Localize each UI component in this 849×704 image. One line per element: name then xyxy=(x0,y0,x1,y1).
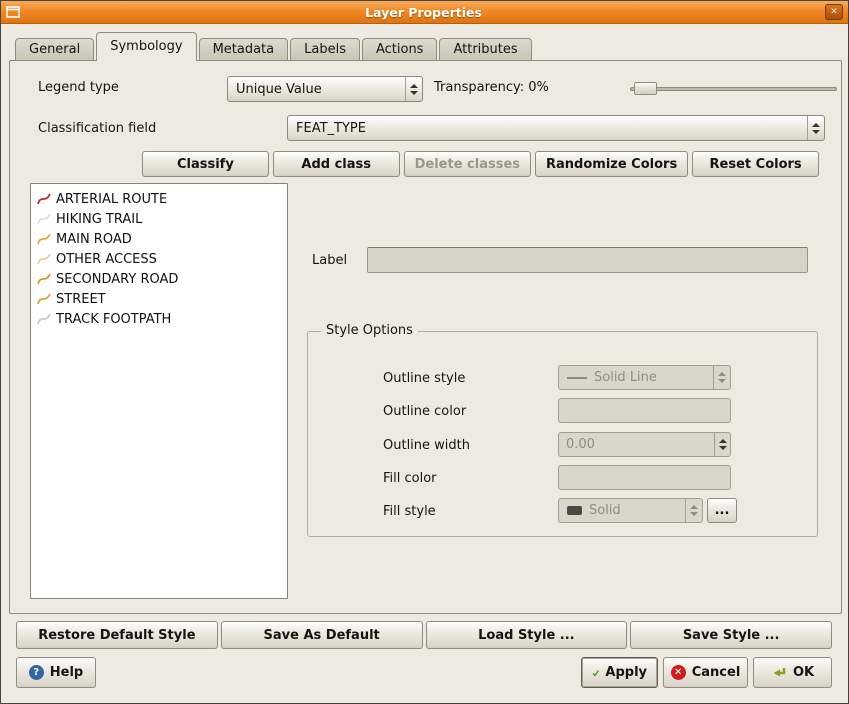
tab-labels[interactable]: Labels xyxy=(290,38,360,61)
cancel-button[interactable]: ✕ Cancel xyxy=(663,657,748,688)
restore-default-style-button[interactable]: Restore Default Style xyxy=(16,621,218,649)
slider-trough xyxy=(630,87,837,91)
help-label: Help xyxy=(50,665,83,680)
close-button[interactable]: ✕ xyxy=(825,4,843,20)
class-item-label: SECONDARY ROAD xyxy=(56,272,178,287)
line-symbol-icon xyxy=(36,271,52,287)
spinner-icon[interactable] xyxy=(714,433,730,456)
outline-color-label: Outline color xyxy=(383,404,466,419)
line-swatch-icon xyxy=(567,377,587,379)
slider-handle[interactable] xyxy=(634,82,657,95)
line-symbol-icon xyxy=(36,191,52,207)
dropdown-arrows-icon xyxy=(713,366,730,389)
fill-color-button[interactable] xyxy=(558,465,731,490)
label-input[interactable] xyxy=(367,247,808,273)
save-style-button[interactable]: Save Style ... xyxy=(630,621,832,649)
fill-style-label: Fill style xyxy=(383,504,436,519)
fill-style-more-button[interactable]: ... xyxy=(707,498,737,523)
reset-colors-button[interactable]: Reset Colors xyxy=(692,151,819,177)
randomize-colors-button[interactable]: Randomize Colors xyxy=(535,151,688,177)
outline-width-input[interactable]: 0.00 xyxy=(558,432,731,457)
style-options-title: Style Options xyxy=(321,323,418,338)
ok-button[interactable]: OK xyxy=(753,657,832,688)
tab-symbology[interactable]: Symbology xyxy=(96,32,196,61)
window-title: Layer Properties xyxy=(22,5,825,20)
class-item-label: OTHER ACCESS xyxy=(56,252,157,267)
fill-style-value: Solid xyxy=(559,503,685,518)
legend-type-value: Unique Value xyxy=(228,82,405,97)
titlebar[interactable]: Layer Properties ✕ xyxy=(1,1,848,24)
classification-field-label: Classification field xyxy=(38,121,156,136)
class-item-label: TRACK FOOTPATH xyxy=(56,312,171,327)
cancel-icon: ✕ xyxy=(671,665,686,680)
layer-properties-dialog: Layer Properties ✕ General Symbology Met… xyxy=(0,0,849,704)
apply-label: Apply xyxy=(605,665,647,680)
dropdown-arrows-icon xyxy=(685,499,702,522)
tab-metadata[interactable]: Metadata xyxy=(199,38,289,61)
class-actions-row: Classify Add class Delete classes Random… xyxy=(142,151,819,177)
class-item-label: STREET xyxy=(56,292,106,307)
class-list-item[interactable]: MAIN ROAD xyxy=(33,229,285,249)
outline-width-value: 0.00 xyxy=(559,437,714,452)
class-list-item[interactable]: ARTERIAL ROUTE xyxy=(33,189,285,209)
fill-style-select[interactable]: Solid xyxy=(558,498,703,523)
class-list-item[interactable]: SECONDARY ROAD xyxy=(33,269,285,289)
classification-field-select[interactable]: FEAT_TYPE xyxy=(287,115,825,141)
help-icon: ? xyxy=(29,665,44,680)
tab-attributes[interactable]: Attributes xyxy=(439,38,531,61)
fill-swatch-icon xyxy=(567,506,582,515)
outline-style-select[interactable]: Solid Line xyxy=(558,365,731,390)
fill-color-label: Fill color xyxy=(383,471,437,486)
ok-label: OK xyxy=(793,665,814,680)
check-icon xyxy=(592,666,599,680)
load-style-button[interactable]: Load Style ... xyxy=(426,621,628,649)
line-symbol-icon xyxy=(36,231,52,247)
classify-button[interactable]: Classify xyxy=(142,151,269,177)
tab-actions[interactable]: Actions xyxy=(362,38,438,61)
add-class-button[interactable]: Add class xyxy=(273,151,400,177)
enter-arrow-icon xyxy=(771,666,787,680)
dropdown-arrows-icon xyxy=(405,77,422,101)
tab-general[interactable]: General xyxy=(15,38,94,61)
outline-style-label: Outline style xyxy=(383,371,465,386)
style-options-group: Style Options Outline style Solid Line O… xyxy=(307,331,818,537)
window-icon xyxy=(6,5,22,19)
save-as-default-button[interactable]: Save As Default xyxy=(221,621,423,649)
class-list-item[interactable]: TRACK FOOTPATH xyxy=(33,309,285,329)
style-buttons-row: Restore Default Style Save As Default Lo… xyxy=(16,621,832,649)
class-item-label: ARTERIAL ROUTE xyxy=(56,192,167,207)
outline-color-button[interactable] xyxy=(558,398,731,423)
line-symbol-icon xyxy=(36,311,52,327)
outline-width-label: Outline width xyxy=(383,438,470,453)
legend-type-label: Legend type xyxy=(38,80,119,95)
class-list-item[interactable]: HIKING TRAIL xyxy=(33,209,285,229)
footer-buttons: Apply ✕ Cancel OK xyxy=(581,657,832,688)
cancel-label: Cancel xyxy=(692,665,741,680)
legend-type-select[interactable]: Unique Value xyxy=(227,76,423,102)
transparency-label: Transparency: 0% xyxy=(434,80,549,95)
tab-bar: General Symbology Metadata Labels Action… xyxy=(15,32,534,61)
transparency-slider[interactable] xyxy=(630,81,837,96)
help-button[interactable]: ? Help xyxy=(16,657,96,688)
class-list-item[interactable]: STREET xyxy=(33,289,285,309)
class-item-label: HIKING TRAIL xyxy=(56,212,142,227)
line-symbol-icon xyxy=(36,251,52,267)
dropdown-arrows-icon xyxy=(807,116,824,140)
line-symbol-icon xyxy=(36,291,52,307)
label-field-label: Label xyxy=(312,253,347,268)
line-symbol-icon xyxy=(36,211,52,227)
symbology-panel: Legend type Unique Value Transparency: 0… xyxy=(9,60,842,614)
delete-classes-button[interactable]: Delete classes xyxy=(404,151,531,177)
class-list[interactable]: ARTERIAL ROUTE HIKING TRAIL MAIN ROAD OT… xyxy=(30,183,288,599)
outline-style-value: Solid Line xyxy=(559,370,713,385)
class-list-item[interactable]: OTHER ACCESS xyxy=(33,249,285,269)
apply-button[interactable]: Apply xyxy=(581,657,658,688)
class-item-label: MAIN ROAD xyxy=(56,232,132,247)
classification-field-value: FEAT_TYPE xyxy=(288,121,807,136)
